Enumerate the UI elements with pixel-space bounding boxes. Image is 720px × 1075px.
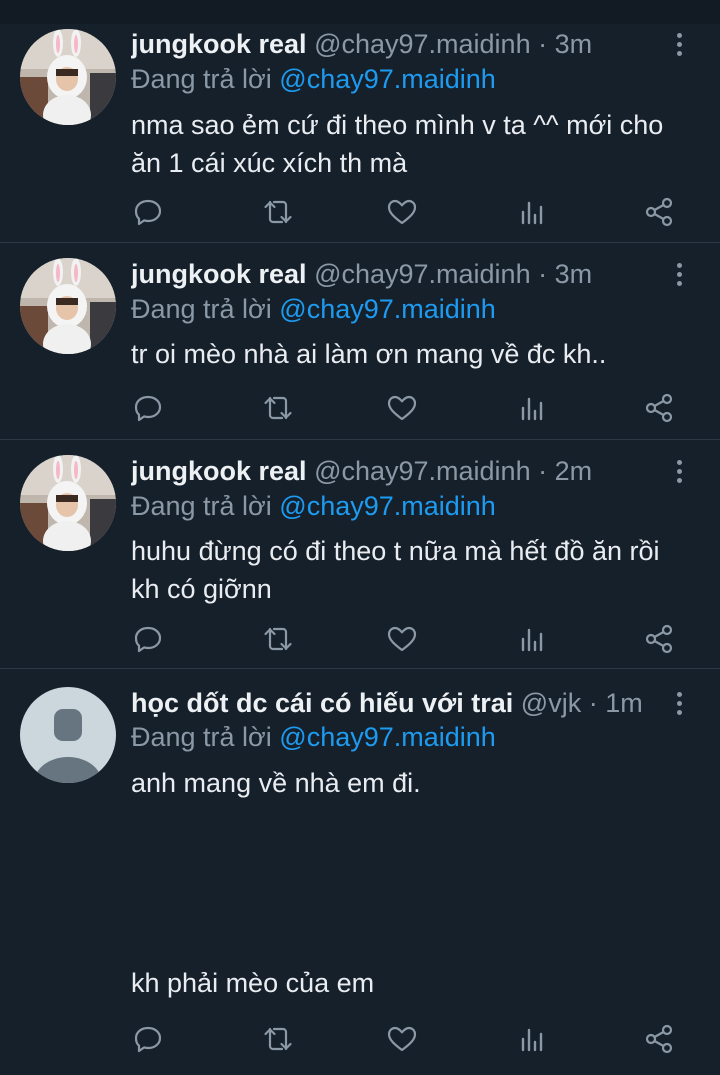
avatar[interactable] bbox=[20, 258, 116, 354]
timestamp[interactable]: 1m bbox=[605, 688, 643, 718]
share-icon[interactable] bbox=[642, 195, 676, 229]
reply-icon[interactable] bbox=[131, 195, 165, 229]
tweet[interactable]: jungkook real @chay97.maidinh · 3m Đang … bbox=[0, 243, 720, 440]
reply-mention-link[interactable]: @chay97.maidinh bbox=[279, 64, 496, 94]
reply-icon[interactable] bbox=[131, 391, 165, 425]
share-icon[interactable] bbox=[642, 391, 676, 425]
reply-prefix: Đang trả lời bbox=[131, 294, 272, 324]
views-icon[interactable] bbox=[516, 195, 550, 229]
tweet-text: kh phải mèo của em bbox=[131, 964, 706, 1002]
share-icon[interactable] bbox=[642, 622, 676, 656]
reply-mention-link[interactable]: @chay97.maidinh bbox=[279, 491, 496, 521]
more-icon[interactable] bbox=[670, 257, 690, 291]
separator: · bbox=[588, 688, 598, 718]
tweet-header: jungkook real @chay97.maidinh · 3m bbox=[131, 27, 660, 61]
avatar[interactable] bbox=[20, 687, 116, 783]
status-bar-strip bbox=[0, 0, 720, 24]
timestamp[interactable]: 2m bbox=[555, 456, 593, 486]
avatar[interactable] bbox=[20, 455, 116, 551]
reply-context: Đang trả lời @chay97.maidinh bbox=[131, 720, 496, 754]
action-bar bbox=[0, 391, 720, 425]
username[interactable]: @chay97.maidinh bbox=[314, 29, 531, 59]
tweet-text: tr oi mèo nhà ai làm ơn mang về đc kh.. bbox=[131, 335, 706, 373]
like-icon[interactable] bbox=[385, 391, 419, 425]
username[interactable]: @chay97.maidinh bbox=[314, 259, 531, 289]
reply-prefix: Đang trả lời bbox=[131, 722, 272, 752]
like-icon[interactable] bbox=[385, 1022, 419, 1056]
tweet-text-line: huhu đừng có đi theo t nữa mà hết đồ ăn … bbox=[131, 536, 660, 566]
retweet-icon[interactable] bbox=[261, 195, 295, 229]
username[interactable]: @chay97.maidinh bbox=[314, 456, 531, 486]
tweet-text-line: kh phải mèo của em bbox=[131, 968, 375, 998]
reply-context: Đang trả lời @chay97.maidinh bbox=[131, 62, 496, 96]
like-icon[interactable] bbox=[385, 622, 419, 656]
reply-icon[interactable] bbox=[131, 1022, 165, 1056]
reply-prefix: Đang trả lời bbox=[131, 491, 272, 521]
reply-context: Đang trả lời @chay97.maidinh bbox=[131, 489, 496, 523]
separator: · bbox=[538, 456, 548, 486]
tweet-text-line: nma sao ẻm cứ đi theo mình v ta ^^ mới c… bbox=[131, 110, 664, 140]
views-icon[interactable] bbox=[516, 1022, 550, 1056]
reply-icon[interactable] bbox=[131, 622, 165, 656]
username[interactable]: @vjk bbox=[521, 688, 581, 718]
avatar[interactable] bbox=[20, 29, 116, 125]
retweet-icon[interactable] bbox=[261, 622, 295, 656]
display-name[interactable]: jungkook real bbox=[131, 29, 307, 59]
tweet-text-line: ăn 1 cái xúc xích th mà bbox=[131, 148, 408, 178]
tweet[interactable]: học dốt dc cái có hiếu với trai @vjk · 1… bbox=[0, 669, 720, 1075]
tweet-text: nma sao ẻm cứ đi theo mình v ta ^^ mới c… bbox=[131, 106, 706, 182]
display-name[interactable]: jungkook real bbox=[131, 259, 307, 289]
tweet-text-line: kh có giỡnn bbox=[131, 574, 272, 604]
timestamp[interactable]: 3m bbox=[555, 29, 593, 59]
tweet-text: huhu đừng có đi theo t nữa mà hết đồ ăn … bbox=[131, 532, 706, 608]
tweet-text: anh mang về nhà em đi. bbox=[131, 764, 706, 802]
timestamp[interactable]: 3m bbox=[555, 259, 593, 289]
reply-prefix: Đang trả lời bbox=[131, 64, 272, 94]
tweet[interactable]: jungkook real @chay97.maidinh · 3m Đang … bbox=[0, 24, 720, 243]
more-icon[interactable] bbox=[670, 686, 690, 720]
more-icon[interactable] bbox=[670, 27, 690, 61]
action-bar bbox=[0, 195, 720, 229]
tweet-header: học dốt dc cái có hiếu với trai @vjk · 1… bbox=[131, 686, 660, 720]
reply-mention-link[interactable]: @chay97.maidinh bbox=[279, 294, 496, 324]
views-icon[interactable] bbox=[516, 391, 550, 425]
tweet-header: jungkook real @chay97.maidinh · 2m bbox=[131, 454, 660, 488]
action-bar bbox=[0, 622, 720, 656]
like-icon[interactable] bbox=[385, 195, 419, 229]
display-name[interactable]: học dốt dc cái có hiếu với trai bbox=[131, 688, 513, 718]
separator: · bbox=[538, 29, 548, 59]
tweet-header: jungkook real @chay97.maidinh · 3m bbox=[131, 257, 660, 291]
separator: · bbox=[538, 259, 548, 289]
tweet[interactable]: jungkook real @chay97.maidinh · 2m Đang … bbox=[0, 440, 720, 669]
action-bar bbox=[0, 1022, 720, 1056]
retweet-icon[interactable] bbox=[261, 1022, 295, 1056]
share-icon[interactable] bbox=[642, 1022, 676, 1056]
reply-context: Đang trả lời @chay97.maidinh bbox=[131, 292, 496, 326]
retweet-icon[interactable] bbox=[261, 391, 295, 425]
tweet-text-line: tr oi mèo nhà ai làm ơn mang về đc kh.. bbox=[131, 339, 607, 369]
display-name[interactable]: jungkook real bbox=[131, 456, 307, 486]
tweet-text-line: anh mang về nhà em đi. bbox=[131, 768, 421, 798]
views-icon[interactable] bbox=[516, 622, 550, 656]
more-icon[interactable] bbox=[670, 454, 690, 488]
reply-mention-link[interactable]: @chay97.maidinh bbox=[279, 722, 496, 752]
